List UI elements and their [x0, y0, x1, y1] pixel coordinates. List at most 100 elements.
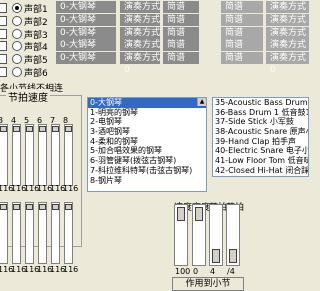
part-select-radio[interactable] [12, 54, 22, 65]
part-right-notation-field[interactable]: 简谱 [221, 26, 263, 39]
drum-list-item[interactable]: 43-High Floor Tom 高音嗵鼓 [213, 176, 308, 177]
part-instrument-field[interactable]: 0-大钢琴 [56, 1, 116, 13]
slider-thumb[interactable] [13, 126, 20, 132]
slider-thumb[interactable] [0, 204, 7, 210]
instrument-list-item[interactable]: 3-酒吧钢琴 [88, 127, 206, 137]
drum-list-item[interactable]: 41-Low Floor Tom 低音嗵鼓 [213, 156, 308, 166]
tempo-slider[interactable] [64, 124, 73, 186]
part-notation-field[interactable]: 简谱 [163, 52, 199, 65]
part-notation-field[interactable]: 简谱 [163, 1, 199, 13]
slider-thumb[interactable] [39, 126, 46, 132]
instrument-list-item[interactable]: 7-科拉维科特琴(击弦古钢琴) [88, 166, 206, 176]
part-right-mode-field[interactable]: 演奏方式 0 [266, 1, 309, 24]
slider-thumb[interactable] [52, 204, 59, 210]
part-enable-checkbox[interactable] [0, 3, 7, 13]
part-enable-checkbox[interactable] [0, 15, 7, 26]
slider-value: 100 [175, 267, 191, 276]
part-play-mode-field[interactable]: 演奏方式 0 [120, 1, 160, 24]
part-play-mode-field[interactable]: 演奏方式 0 [120, 26, 160, 50]
part-play-mode-field[interactable]: 演奏方式 0 [120, 13, 160, 37]
slider-value: 0 [193, 267, 199, 276]
instrument-list-item[interactable]: 5-加合唱效果的钢琴 [88, 146, 206, 156]
instrument-list-item[interactable]: 1-明亮的钢琴 [88, 108, 206, 118]
part-instrument-field[interactable]: 0-大钢琴 [56, 13, 116, 26]
drum-list-item[interactable]: 42-Closed Hi-Hat 闭合踩镲 [213, 166, 308, 176]
slider-thumb[interactable] [229, 249, 237, 263]
part-select-radio[interactable] [12, 67, 22, 77]
drum-listbox[interactable]: 35-Acoustic Bass Drum 低 36-Bass Drum 1 低音… [212, 97, 309, 177]
vertical-slider[interactable] [226, 204, 240, 266]
part-select-radio[interactable] [12, 41, 22, 52]
slider-thumb[interactable] [65, 204, 72, 210]
part-right-notation-field[interactable]: 简谱 [221, 39, 263, 52]
part-row: 声部2 0-大钢琴 演奏方式 0 简谱 简谱 演奏方式 0 [0, 13, 309, 37]
part-right-mode-field[interactable]: 演奏方式 0 [266, 52, 309, 75]
slider-thumb[interactable] [0, 126, 7, 132]
part-enable-checkbox[interactable] [0, 41, 7, 52]
part-select-radio[interactable] [12, 15, 22, 26]
slider-value: /4 [227, 267, 235, 276]
tempo-slider[interactable] [51, 202, 60, 264]
instrument-list-item[interactable]: 2-电钢琴 [88, 117, 206, 127]
part-play-mode-field[interactable]: 演奏方式 0 [120, 52, 160, 75]
part-notation-field[interactable]: 简谱 [163, 26, 199, 39]
slider-thumb[interactable] [13, 204, 20, 210]
slider-thumb[interactable] [212, 249, 220, 263]
instrument-list-item[interactable]: 0-大钢琴 [88, 98, 206, 108]
drum-list-item[interactable]: 40-Electric Snare 电子小军鼓 [213, 146, 308, 156]
part-right-notation-field[interactable]: 简谱 [221, 1, 263, 13]
tempo-slider[interactable] [25, 124, 34, 186]
part-right-mode-field[interactable]: 演奏方式 0 [266, 26, 309, 50]
slider-thumb[interactable] [177, 207, 185, 221]
tempo-slider[interactable] [38, 124, 47, 186]
part-instrument-field[interactable]: 0-大钢琴 [56, 26, 116, 39]
tempo-value: 116 [63, 265, 79, 274]
part-select-radio[interactable] [12, 3, 22, 13]
part-enable-checkbox[interactable] [0, 28, 7, 39]
drum-list-item[interactable]: 39-Hand Clap 拍手声 [213, 137, 308, 147]
instrument-list-item[interactable]: 4-柔和的钢琴 [88, 137, 206, 147]
slider-thumb[interactable] [39, 204, 46, 210]
tempo-slider[interactable] [0, 124, 8, 186]
part-row: 声部4 0-大钢琴 演奏方式 0 简谱 简谱 演奏方式 0 [0, 39, 309, 62]
drum-list-item[interactable]: 37-Side Stick 小军鼓 [213, 117, 308, 127]
vertical-slider[interactable] [192, 204, 206, 266]
part-notation-field[interactable]: 简谱 [163, 39, 199, 52]
tempo-slider[interactable] [12, 124, 21, 186]
instrument-list-item[interactable]: 8-钢片琴 [88, 176, 206, 186]
part-instrument-field[interactable]: 0-大钢琴 [56, 52, 116, 65]
part-right-notation-field[interactable]: 简谱 [221, 13, 263, 26]
part-row: 声部5 0-大钢琴 演奏方式 0 简谱 简谱 演奏方式 0 [0, 52, 309, 75]
tempo-slider[interactable] [25, 202, 34, 264]
part-enable-checkbox[interactable] [0, 54, 7, 65]
part-instrument-field[interactable]: 0-大钢琴 [56, 39, 116, 52]
slider-thumb[interactable] [26, 204, 33, 210]
part-row: 声部3 0-大钢琴 演奏方式 0 简谱 简谱 演奏方式 0 [0, 26, 309, 50]
drum-list-item[interactable]: 36-Bass Drum 1 低音鼓1 [213, 108, 308, 118]
part-play-mode-field[interactable]: 演奏方式 0 [120, 39, 160, 62]
slider-thumb[interactable] [65, 126, 72, 132]
tempo-slider[interactable] [51, 124, 60, 186]
drum-list-item[interactable]: 38-Acoustic Snare 原声小军鼓 [213, 127, 308, 137]
tempo-slider[interactable] [64, 202, 73, 264]
part-right-notation-field[interactable]: 简谱 [221, 52, 263, 65]
slider-thumb[interactable] [52, 126, 59, 132]
vertical-slider[interactable] [209, 204, 223, 266]
slider-thumb[interactable] [195, 207, 203, 221]
part-notation-field[interactable]: 简谱 [163, 13, 199, 26]
part-row: 声部1 0-大钢琴 演奏方式 0 简谱 简谱 演奏方式 0 [0, 1, 309, 24]
instrument-listbox[interactable]: 0-大钢琴 1-明亮的钢琴 2-电钢琴 3-酒吧钢琴 4-柔和的钢琴 5-加合唱效果的钢琴… [87, 97, 207, 192]
part-right-mode-field[interactable]: 演奏方式 0 [266, 39, 309, 62]
vertical-slider[interactable] [174, 204, 188, 266]
tempo-slider[interactable] [38, 202, 47, 264]
apply-to-measure-button[interactable]: 作用到小节 [172, 277, 244, 291]
instrument-list-item[interactable]: 6-羽管键琴(拨弦古钢琴) [88, 156, 206, 166]
tempo-slider[interactable] [12, 202, 21, 264]
part-select-radio[interactable] [12, 28, 22, 39]
drum-list-item[interactable]: 35-Acoustic Bass Drum 低 [213, 98, 308, 108]
slider-thumb[interactable] [26, 126, 33, 132]
tempo-slider[interactable] [0, 202, 8, 264]
part-enable-checkbox[interactable] [0, 67, 7, 77]
part-right-mode-field[interactable]: 演奏方式 0 [266, 13, 309, 37]
scroll-up-arrow-icon[interactable]: ▲ [197, 98, 206, 106]
